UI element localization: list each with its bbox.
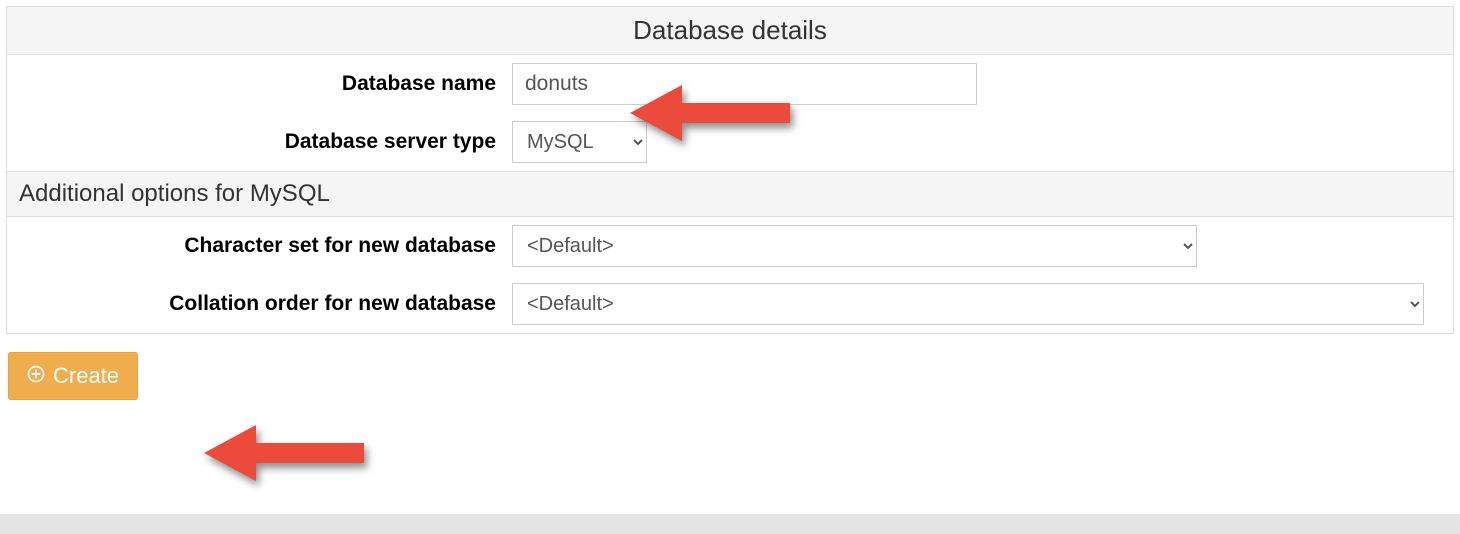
charset-select[interactable]: <Default> <box>512 225 1197 267</box>
database-name-label: Database name <box>7 72 512 96</box>
panel-title: Database details <box>7 7 1453 55</box>
create-button[interactable]: Create <box>8 352 138 400</box>
row-collation: Collation order for new database <Defaul… <box>7 275 1453 333</box>
collation-select[interactable]: <Default> <box>512 283 1424 325</box>
database-details-panel: Database details Database name Database … <box>6 6 1454 334</box>
button-row: Create <box>8 352 1460 400</box>
row-server-type: Database server type MySQL <box>7 113 1453 171</box>
annotation-arrow-icon <box>204 421 364 485</box>
collation-label: Collation order for new database <box>7 292 512 316</box>
additional-options-header: Additional options for MySQL <box>7 171 1453 217</box>
database-name-input[interactable] <box>512 63 977 105</box>
server-type-label: Database server type <box>7 130 512 154</box>
server-type-select[interactable]: MySQL <box>512 121 647 163</box>
charset-label: Character set for new database <box>7 234 512 258</box>
footer-bar <box>0 514 1460 534</box>
create-button-label: Create <box>53 363 119 389</box>
plus-circle-icon <box>27 363 45 389</box>
row-database-name: Database name <box>7 55 1453 113</box>
row-charset: Character set for new database <Default> <box>7 217 1453 275</box>
